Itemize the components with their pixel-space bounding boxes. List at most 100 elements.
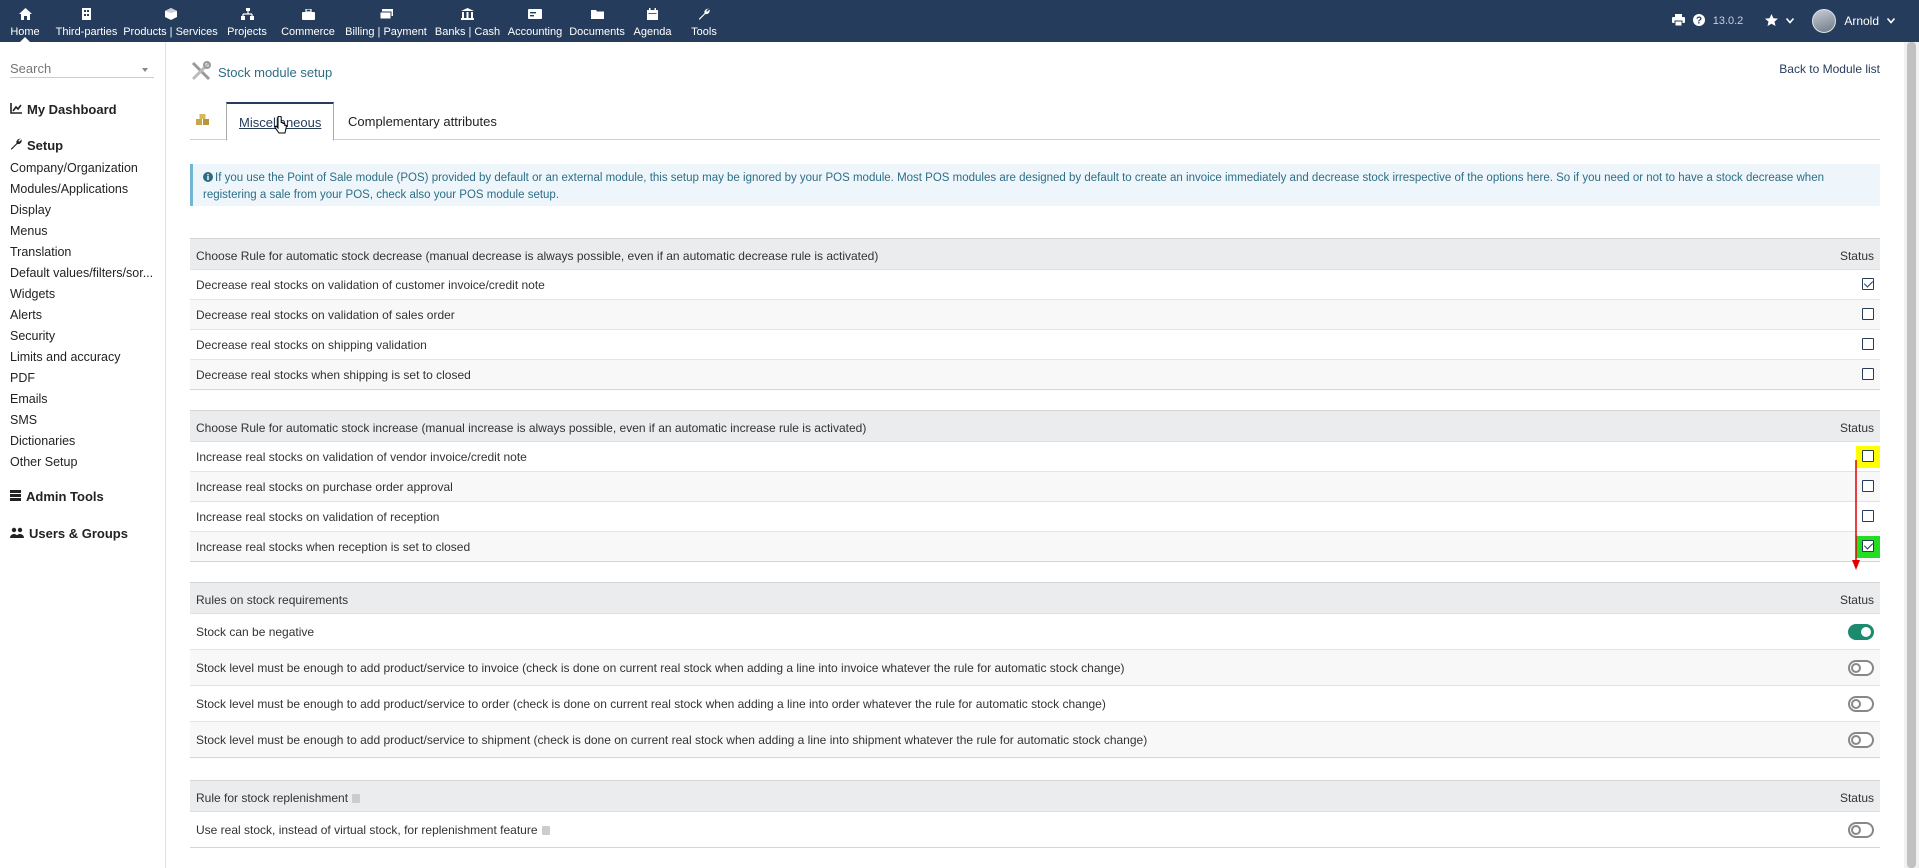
help-icon[interactable] bbox=[541, 826, 550, 836]
nav-home[interactable]: Home bbox=[0, 0, 50, 42]
nav-tools[interactable]: Tools bbox=[678, 0, 730, 42]
table-row: Decrease real stocks on validation of sa… bbox=[190, 300, 1880, 330]
decrease-header: Choose Rule for automatic stock decrease… bbox=[190, 238, 1880, 270]
sidebar-item-emails[interactable]: Emails bbox=[10, 392, 160, 406]
user-chevron-down-icon[interactable] bbox=[1886, 15, 1896, 27]
increase-row-label: Increase real stocks on validation of re… bbox=[196, 510, 440, 524]
sidebar-item-menus[interactable]: Menus bbox=[10, 224, 160, 238]
home-icon bbox=[17, 6, 33, 22]
nav-commerce[interactable]: Commerce bbox=[276, 0, 340, 42]
page-title-area: Stock module setup bbox=[190, 60, 332, 85]
decrease-shipping-closed-checkbox[interactable] bbox=[1862, 368, 1874, 380]
table-row: Stock level must be enough to add produc… bbox=[190, 722, 1880, 758]
sidebar-item-security[interactable]: Security bbox=[10, 329, 160, 343]
sidebar-item-company[interactable]: Company/Organization bbox=[10, 161, 160, 175]
nav-third-parties[interactable]: Third-parties bbox=[50, 0, 123, 42]
search-input[interactable] bbox=[10, 60, 154, 78]
printer-icon[interactable] bbox=[1671, 13, 1685, 29]
decrease-invoice-checkbox[interactable] bbox=[1862, 278, 1874, 290]
money-check-icon bbox=[527, 6, 543, 22]
decrease-status-label: Status bbox=[1839, 249, 1874, 263]
sidebar-admin-tools[interactable]: Admin Tools bbox=[10, 489, 104, 504]
sidebar-my-dashboard[interactable]: My Dashboard bbox=[10, 102, 117, 117]
vertical-scrollbar[interactable] bbox=[1904, 42, 1919, 868]
pos-info-box: If you use the Point of Sale module (POS… bbox=[190, 164, 1880, 206]
chevron-down-icon[interactable] bbox=[1786, 15, 1795, 27]
increase-reception-checkbox[interactable] bbox=[1862, 510, 1874, 522]
users-icon bbox=[10, 526, 24, 541]
nav-home-label: Home bbox=[10, 26, 40, 38]
top-menu-bar: Home Third-parties Products | Services P… bbox=[0, 0, 1919, 42]
sidebar-users-groups-label: Users & Groups bbox=[29, 526, 128, 541]
nav-products[interactable]: Products | Services bbox=[123, 0, 218, 42]
sidebar-item-pdf[interactable]: PDF bbox=[10, 371, 160, 385]
sidebar-my-dashboard-label: My Dashboard bbox=[27, 102, 117, 117]
nav-accounting[interactable]: Accounting bbox=[503, 0, 567, 42]
nav-tools-label: Tools bbox=[691, 26, 717, 38]
nav-banks[interactable]: Banks | Cash bbox=[432, 0, 503, 42]
bank-icon bbox=[460, 6, 476, 22]
replenish-header-title: Rule for stock replenishment bbox=[196, 791, 349, 805]
requirements-row-label: Stock can be negative bbox=[196, 625, 315, 639]
scrollbar-thumb[interactable] bbox=[1907, 42, 1916, 868]
sidebar-item-display[interactable]: Display bbox=[10, 203, 160, 217]
sidebar-item-modules[interactable]: Modules/Applications bbox=[10, 182, 160, 196]
requirements-row-label: Stock level must be enough to add produc… bbox=[196, 733, 1148, 747]
svg-text:?: ? bbox=[1696, 15, 1702, 26]
sidebar-item-sms[interactable]: SMS bbox=[10, 413, 160, 427]
avatar[interactable] bbox=[1812, 9, 1837, 33]
decrease-shipping-checkbox[interactable] bbox=[1862, 338, 1874, 350]
help-icon[interactable] bbox=[352, 794, 361, 804]
nav-agenda[interactable]: Agenda bbox=[627, 0, 678, 42]
nav-billing[interactable]: Billing | Payment bbox=[340, 0, 432, 42]
search-dropdown-icon[interactable] bbox=[142, 68, 148, 72]
table-row: Use real stock, instead of virtual stock… bbox=[190, 812, 1880, 848]
sidebar-item-other-setup[interactable]: Other Setup bbox=[10, 455, 160, 469]
table-row: Stock level must be enough to add produc… bbox=[190, 686, 1880, 722]
bookmark-star-icon[interactable] bbox=[1765, 13, 1779, 29]
sidebar-item-limits[interactable]: Limits and accuracy bbox=[10, 350, 160, 364]
money-icon bbox=[378, 6, 394, 22]
help-icon[interactable]: ? bbox=[1692, 13, 1705, 29]
back-to-module-list-link[interactable]: Back to Module list bbox=[1779, 62, 1880, 76]
sitemap-icon bbox=[239, 6, 255, 22]
user-name[interactable]: Arnold bbox=[1844, 14, 1879, 28]
tab-bar: Miscellaneous Complementary attributes bbox=[190, 102, 1880, 141]
nav-documents-label: Documents bbox=[569, 26, 625, 38]
sidebar-item-default-values[interactable]: Default values/filters/sor... bbox=[10, 266, 160, 280]
sidebar-item-alerts[interactable]: Alerts bbox=[10, 308, 160, 322]
tab-complementary-attributes[interactable]: Complementary attributes bbox=[336, 102, 509, 140]
stock-shipment-toggle[interactable] bbox=[1848, 732, 1874, 748]
nav-agenda-label: Agenda bbox=[633, 26, 672, 38]
top-right-area: ? 13.0.2 Arnold bbox=[1671, 0, 1896, 42]
version-text: 13.0.2 bbox=[1712, 15, 1744, 27]
page-title: Stock module setup bbox=[218, 65, 333, 80]
replenish-row-label: Use real stock, instead of virtual stock… bbox=[196, 823, 538, 837]
increase-vendor-invoice-checkbox[interactable] bbox=[1862, 450, 1874, 462]
decrease-sales-order-checkbox[interactable] bbox=[1862, 308, 1874, 320]
replenish-real-stock-toggle[interactable] bbox=[1848, 822, 1874, 838]
calendar-icon bbox=[645, 6, 661, 22]
sidebar-users-groups[interactable]: Users & Groups bbox=[10, 526, 128, 541]
nav-projects[interactable]: Projects bbox=[218, 0, 276, 42]
stock-order-toggle[interactable] bbox=[1848, 696, 1874, 712]
sidebar-item-widgets[interactable]: Widgets bbox=[10, 287, 160, 301]
table-row: Increase real stocks on purchase order a… bbox=[190, 472, 1880, 502]
sidebar-setup[interactable]: Setup bbox=[10, 138, 63, 153]
sidebar-item-dictionaries[interactable]: Dictionaries bbox=[10, 434, 160, 448]
nav-documents[interactable]: Documents bbox=[567, 0, 627, 42]
increase-purchase-order-checkbox[interactable] bbox=[1862, 480, 1874, 492]
increase-row-label: Increase real stocks when reception is s… bbox=[196, 540, 471, 554]
wrench-icon bbox=[696, 6, 712, 22]
info-circle-icon bbox=[203, 171, 213, 187]
stock-invoice-toggle[interactable] bbox=[1848, 660, 1874, 676]
replenish-status-label: Status bbox=[1839, 791, 1874, 805]
increase-header-title: Choose Rule for automatic stock increase… bbox=[196, 421, 867, 435]
left-sidebar: My Dashboard Setup Company/Organization … bbox=[0, 42, 166, 868]
table-row: Increase real stocks when reception is s… bbox=[190, 532, 1880, 562]
sidebar-item-translation[interactable]: Translation bbox=[10, 245, 160, 259]
stock-negative-toggle[interactable] bbox=[1848, 624, 1874, 640]
decrease-row-label: Decrease real stocks on validation of sa… bbox=[196, 308, 455, 322]
increase-reception-closed-checkbox[interactable] bbox=[1862, 540, 1874, 552]
requirements-status-label: Status bbox=[1839, 593, 1874, 607]
